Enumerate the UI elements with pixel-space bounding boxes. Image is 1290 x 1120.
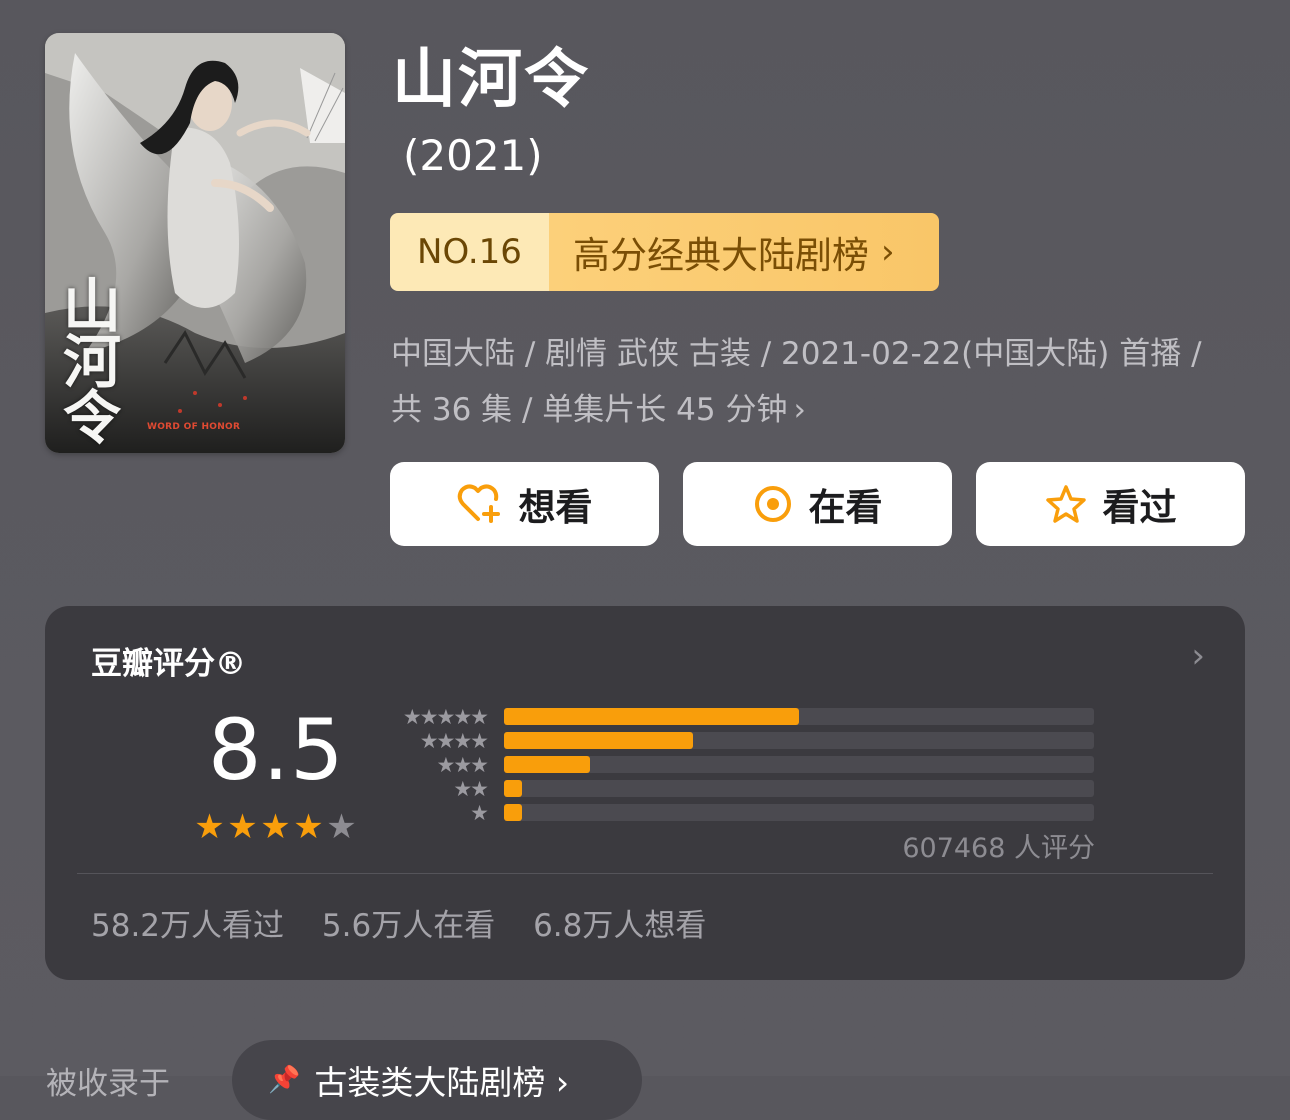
heart-plus-icon [457, 483, 503, 525]
stat-watching: 5.6万人在看 [321, 908, 496, 944]
show-info-line-2: 共 36 集 / 单集片长 45 分钟 › [391, 382, 1251, 438]
rating-bar-track [504, 732, 1094, 749]
rating-row-stars: ★★★★ [419, 729, 489, 753]
rank-badge[interactable]: NO.16 高分经典大陆剧榜 › [390, 213, 939, 291]
divider [77, 873, 1213, 874]
rating-score: 8.5 [208, 701, 345, 799]
show-info-line-1: 中国大陆 / 剧情 武侠 古装 / 2021-02-22(中国大陆) 首播 / [391, 336, 1202, 372]
show-info-episodes: 共 36 集 / 单集片长 45 分钟 [391, 392, 788, 428]
target-circle-icon [753, 484, 793, 524]
poster-title: 山 河 令 [63, 272, 122, 452]
want-to-watch-button[interactable]: 想看 [390, 462, 659, 546]
watching-label: 在看 [808, 486, 883, 529]
star-outline-icon [1045, 484, 1087, 524]
rating-card[interactable]: 豆瓣评分® › 8.5 ★ ★ ★ ★ ★ ★★★★★ ★★★★ ★★★ ★★ ★ 607468… [45, 606, 1245, 980]
show-info[interactable]: 中国大陆 / 剧情 武侠 古装 / 2021-02-22(中国大陆) 首播 / … [391, 326, 1251, 438]
rating-bar-fill [504, 780, 522, 797]
rating-row-stars: ★★★ [436, 753, 489, 777]
poster-image[interactable]: 山 河 令 WORD OF HONOR [45, 33, 345, 453]
chevron-right-icon: › [793, 392, 806, 428]
rating-bar-track [504, 708, 1094, 725]
watch-stats: 58.2万人看过 5.6万人在看 6.8万人想看 [91, 900, 734, 945]
rank-list: 高分经典大陆剧榜 › [549, 213, 939, 291]
rank-list-name: 高分经典大陆剧榜 [573, 234, 869, 277]
rating-row-stars: ★★ [453, 777, 489, 801]
release-year: (2021) [403, 131, 543, 180]
page-title: 山河令 [392, 43, 590, 117]
star-filled-icon: ★ [227, 807, 258, 847]
rating-row-stars: ★★★★★ [402, 705, 489, 729]
included-in-label: 被收录于 [46, 1066, 170, 1102]
poster-logo: WORD OF HONOR [147, 422, 241, 432]
rating-count: 607468 人评分 [902, 833, 1095, 864]
rating-bar-fill [504, 804, 522, 821]
star-filled-icon: ★ [260, 807, 291, 847]
star-empty-icon: ★ [326, 807, 357, 847]
star-filled-icon: ★ [293, 807, 324, 847]
stat-want: 6.8万人想看 [533, 908, 707, 944]
rating-title: 豆瓣评分® [91, 646, 246, 682]
rank-number: NO.16 [390, 213, 549, 291]
chevron-right-icon: › [881, 232, 895, 272]
rating-bar-fill [504, 708, 799, 725]
rating-bar-fill [504, 756, 590, 773]
rating-bar-track [504, 780, 1094, 797]
rating-bar-fill [504, 732, 693, 749]
list-pill[interactable]: 📌 古装类大陆剧榜 › [232, 1040, 642, 1120]
star-filled-icon: ★ [194, 807, 225, 847]
chevron-right-icon[interactable]: › [1191, 636, 1205, 676]
rating-bar-track [504, 804, 1094, 821]
rating-bar-track [504, 756, 1094, 773]
watching-button[interactable]: 在看 [683, 462, 952, 546]
pin-icon: 📌 [268, 1065, 301, 1095]
watched-label: 看过 [1102, 486, 1177, 529]
watched-button[interactable]: 看过 [976, 462, 1245, 546]
list-pill-label: 古装类大陆剧榜 › [314, 1063, 570, 1102]
want-to-watch-label: 想看 [518, 486, 593, 529]
rating-row-stars: ★ [470, 801, 489, 825]
action-buttons: 想看 在看 看过 [390, 462, 1245, 546]
stat-watched: 58.2万人看过 [91, 908, 285, 944]
rating-stars: ★ ★ ★ ★ ★ [193, 808, 358, 846]
